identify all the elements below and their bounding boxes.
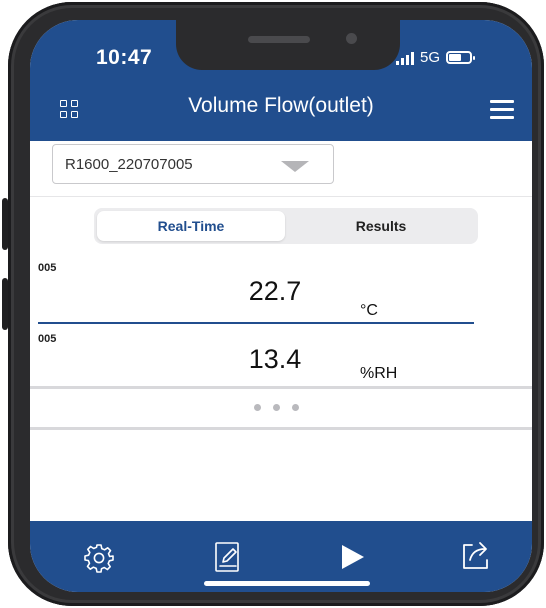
side-button [2, 198, 8, 250]
page-dots [254, 404, 299, 411]
page-dot [254, 404, 261, 411]
speaker-grille [248, 36, 310, 43]
device-select[interactable]: R1600_220707005 [52, 144, 334, 184]
page-title: Volume Flow(outlet) [188, 94, 374, 117]
reading-unit: %RH [360, 365, 398, 382]
reading-probe-id: 005 [38, 262, 57, 274]
phone-notch [176, 20, 400, 70]
status-time: 10:47 [96, 46, 153, 69]
separator-line [30, 386, 532, 389]
app-header: 10:47 5G Volume Flow(outlet) [30, 20, 532, 141]
tab-results[interactable]: Results [287, 211, 475, 241]
reading-divider [38, 322, 474, 324]
share-icon[interactable] [460, 539, 492, 571]
reading-probe-id: 005 [38, 333, 57, 345]
separator-line [30, 427, 532, 430]
network-type: 5G [420, 48, 441, 66]
reading-value: 13.4 [248, 344, 302, 374]
device-select-value: R1600_220707005 [65, 156, 193, 173]
reading-unit: °C [360, 302, 378, 319]
page-dot [273, 404, 280, 411]
gear-icon[interactable] [84, 543, 114, 573]
reading-value: 22.7 [248, 276, 302, 306]
play-icon[interactable] [340, 543, 366, 571]
edit-note-icon[interactable] [214, 541, 242, 573]
front-camera [346, 33, 357, 44]
dropdown-arrow-icon [281, 161, 309, 172]
tab-real-time[interactable]: Real-Time [97, 211, 285, 241]
signal-icon [396, 49, 414, 65]
page-dot [292, 404, 299, 411]
divider [30, 196, 532, 197]
view-segmented-control: Real-Time Results [94, 208, 478, 244]
status-indicators: 5G [396, 46, 476, 68]
home-indicator [204, 581, 370, 586]
phone-frame: 10:47 5G Volume Flow(outlet) R1600_22070… [2, 2, 544, 606]
battery-icon [446, 50, 476, 64]
app-screen: 10:47 5G Volume Flow(outlet) R1600_22070… [30, 20, 532, 592]
side-button [2, 278, 8, 330]
hamburger-menu-icon[interactable] [490, 100, 514, 119]
